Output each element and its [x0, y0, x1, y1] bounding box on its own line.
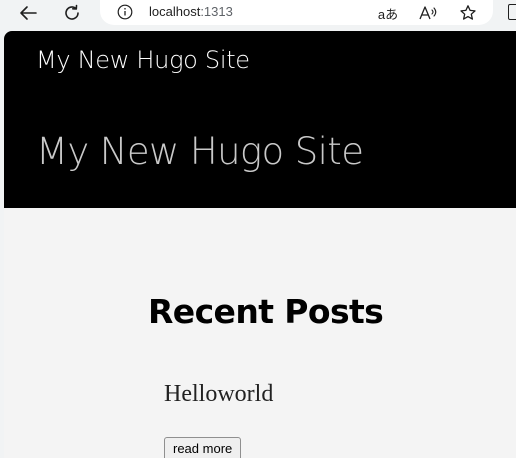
main-content: Recent Posts Helloworld read more — [4, 208, 516, 458]
read-aloud-icon[interactable] — [417, 2, 439, 24]
read-aloud-glyph-icon — [419, 6, 437, 20]
url-host: localhost — [149, 4, 201, 19]
page-viewport: My New Hugo Site My New Hugo Site Recent… — [4, 31, 516, 458]
translate-glyph: aあ — [377, 6, 399, 22]
info-icon[interactable] — [117, 4, 133, 20]
reload-button[interactable] — [58, 0, 86, 26]
url-text[interactable]: localhost:1313 — [149, 4, 233, 20]
favorite-star-icon[interactable] — [457, 2, 479, 24]
site-header: My New Hugo Site My New Hugo Site — [4, 31, 516, 208]
post-title-link[interactable]: Helloworld — [164, 381, 273, 408]
split-screen-button[interactable] — [508, 4, 516, 20]
read-more-button[interactable]: read more — [164, 437, 242, 458]
url-port: :1313 — [200, 4, 233, 19]
address-bar[interactable]: localhost:1313 aあ — [100, 0, 493, 25]
site-hero-title: My New Hugo Site — [36, 130, 364, 173]
reload-icon — [65, 4, 79, 20]
star-icon — [460, 5, 476, 20]
back-arrow-icon — [20, 6, 37, 20]
recent-posts-heading: Recent Posts — [148, 292, 384, 331]
translate-icon[interactable]: aあ — [377, 2, 399, 24]
site-nav-title-link[interactable]: My New Hugo Site — [36, 46, 250, 74]
back-button[interactable] — [14, 0, 42, 26]
browser-toolbar: localhost:1313 aあ — [0, 0, 516, 28]
